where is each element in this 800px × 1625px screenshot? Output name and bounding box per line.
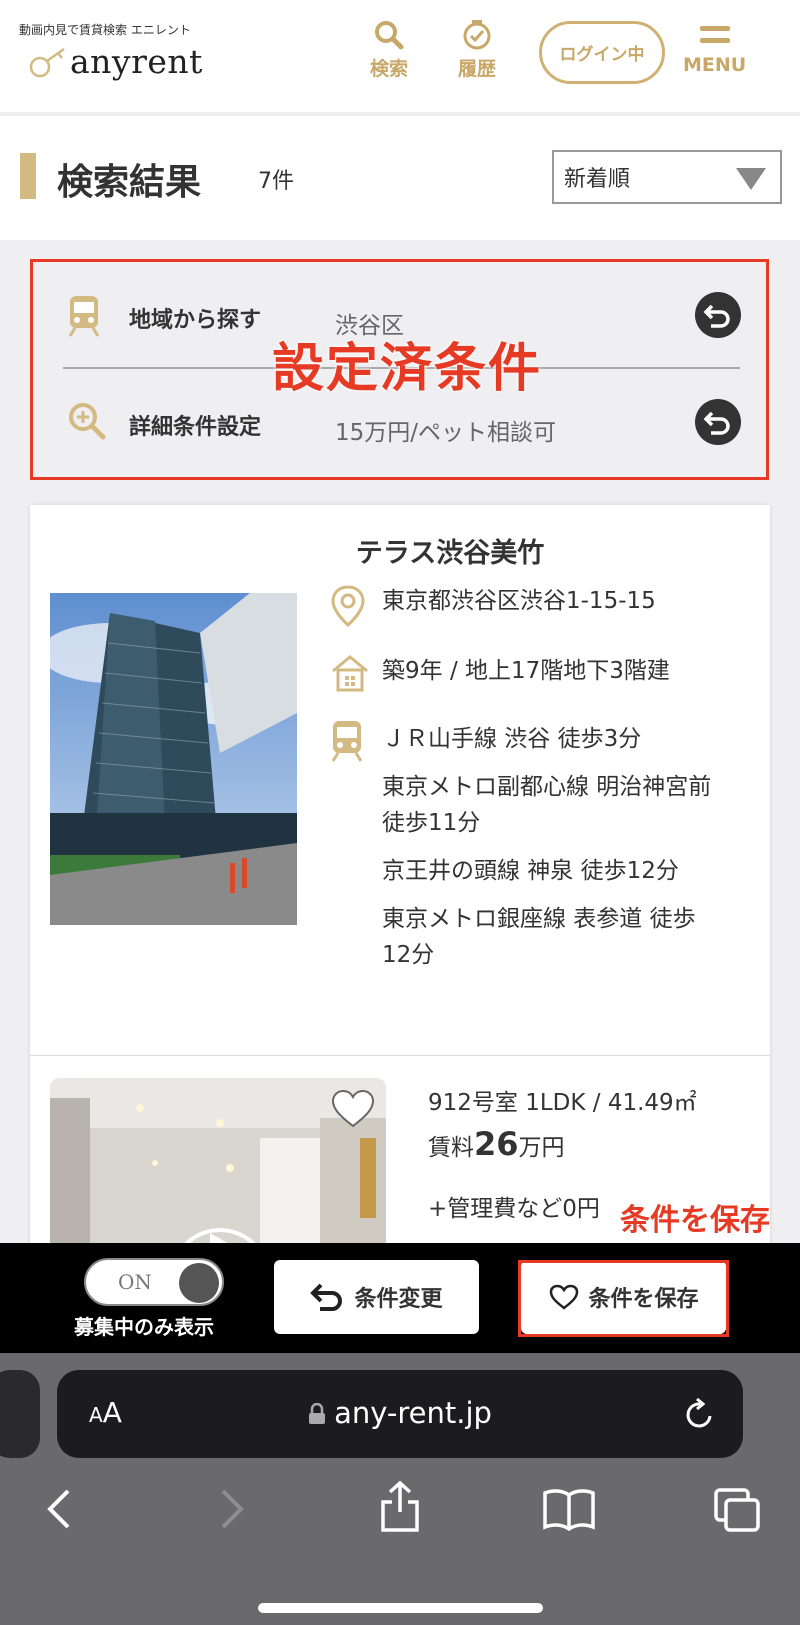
property-building: 築9年 / 地上17階地下3階建 (382, 658, 670, 684)
search-icon (375, 21, 404, 50)
nav-history-label: 履歴 (458, 58, 497, 80)
address-bar[interactable]: AA any-rent.jp (57, 1370, 743, 1458)
change-conditions-button[interactable]: 条件変更 (274, 1260, 479, 1334)
access-line: 東京メトロ銀座線 表参道 徒歩 (382, 906, 696, 932)
results-count: 7件 (258, 169, 294, 194)
access-line: 京王井の頭線 神泉 徒歩12分 (382, 858, 679, 884)
reload-icon[interactable] (683, 1396, 717, 1432)
property-name: テラス渋谷美竹 (355, 538, 545, 569)
access-line: 東京メトロ副都心線 明治神宮前 (382, 774, 712, 800)
reset-area-button[interactable] (695, 292, 741, 338)
reset-detail-button[interactable] (695, 399, 741, 445)
undo-icon (703, 411, 730, 435)
rent-label: 賃料 (428, 1135, 474, 1161)
nav-history[interactable]: 履歴 (458, 20, 496, 81)
toggle-knob (179, 1263, 219, 1303)
undo-icon (310, 1283, 343, 1311)
property-address: 東京都渋谷区渋谷1-15-15 (382, 588, 656, 614)
undo-icon (703, 304, 730, 328)
condition-detail-value: 15万円/ペット相談可 (335, 420, 557, 446)
rent-unit: 万円 (518, 1135, 565, 1161)
access-line: 徒歩11分 (382, 810, 481, 836)
room-rent: 賃料26万円 (428, 1125, 565, 1163)
condition-area-label: 地域から探す (129, 308, 262, 333)
nav-menu[interactable]: MENU (683, 20, 746, 76)
title-accent (20, 153, 36, 199)
login-button[interactable]: ログイン中 (539, 21, 665, 84)
results-bar: 検索結果 7件 新着順 (0, 116, 800, 240)
rent-value: 26 (474, 1125, 519, 1163)
sort-select[interactable]: 新着順 (552, 150, 782, 204)
home-indicator (258, 1603, 543, 1613)
house-icon (332, 655, 368, 692)
previous-tab[interactable] (0, 1370, 40, 1458)
logo-text: anyrent (70, 42, 203, 81)
train-icon (68, 296, 100, 337)
set-conditions-annotation: 設定済条件 (272, 338, 543, 399)
room-spec: 912号室 1LDK / 41.49㎡ (428, 1090, 697, 1116)
train-icon (331, 721, 363, 762)
page-title: 検索結果 (57, 162, 202, 203)
location-pin-icon (331, 585, 365, 627)
site-logo[interactable]: anyrent (28, 42, 203, 81)
site-header: 動画内見で賃貸検索 エニレント anyrent 検索 履歴 ログイン中 MENU (0, 0, 800, 112)
room-fees: +管理費など0円 (428, 1196, 600, 1222)
save-annotation: 条件を保存 (620, 1203, 770, 1238)
nav-search[interactable]: 検索 (370, 20, 408, 81)
lock-icon (309, 1403, 326, 1424)
card-divider (30, 1055, 770, 1056)
nav-menu-label: MENU (683, 54, 747, 76)
access-line: 12分 (382, 942, 435, 968)
url-text: any-rent.jp (334, 1396, 492, 1430)
save-highlight-box (518, 1260, 729, 1337)
key-icon (28, 45, 66, 79)
toggle-state: ON (118, 1270, 152, 1294)
history-icon (463, 20, 491, 50)
forward-icon[interactable] (217, 1487, 247, 1531)
condition-detail-label: 詳細条件設定 (129, 415, 262, 440)
nav-search-label: 検索 (370, 58, 409, 80)
sort-selected-value: 新着順 (564, 167, 631, 192)
menu-icon (699, 26, 730, 43)
access-line: ＪＲ山手線 渋谷 徒歩3分 (382, 726, 642, 752)
active-only-toggle[interactable]: ON (84, 1258, 224, 1306)
dropdown-arrow-icon (736, 168, 766, 190)
zoom-plus-icon (69, 403, 106, 440)
back-icon[interactable] (44, 1487, 74, 1531)
property-card[interactable]: テラス渋谷美竹 東京都渋谷区渋谷1-15-15 築9年 / 地上17階地下3階建… (30, 505, 770, 1248)
share-icon[interactable] (378, 1480, 422, 1534)
logo-tagline: 動画内見で賃貸検索 エニレント (19, 23, 191, 37)
toggle-label: 募集中のみ表示 (74, 1315, 214, 1339)
building-photo[interactable] (50, 593, 297, 925)
favorite-heart-icon[interactable] (330, 1088, 376, 1130)
tabs-icon[interactable] (713, 1487, 761, 1533)
bookmarks-icon[interactable] (542, 1487, 596, 1531)
change-conditions-label: 条件変更 (354, 1287, 443, 1312)
url-display: any-rent.jp (57, 1396, 743, 1430)
